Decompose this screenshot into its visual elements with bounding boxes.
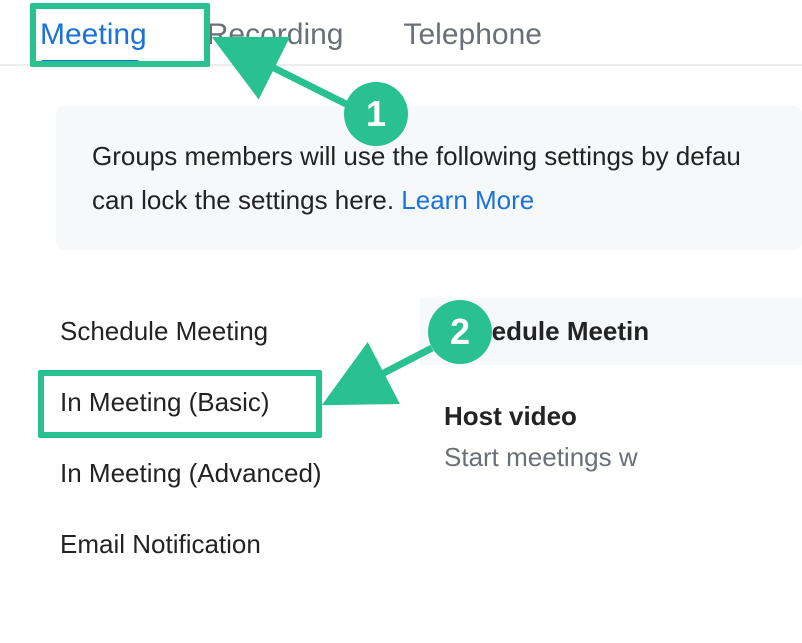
- banner-container: Groups members will use the following se…: [0, 66, 802, 250]
- banner-text-line1: Groups members will use the following se…: [92, 141, 741, 171]
- nav-email-notification[interactable]: Email Notification: [60, 509, 420, 580]
- tabs-bar: Meeting Recording Telephone: [0, 0, 802, 66]
- setting-host-video-title: Host video: [420, 365, 802, 436]
- info-banner: Groups members will use the following se…: [56, 106, 802, 250]
- nav-in-meeting-advanced[interactable]: In Meeting (Advanced): [60, 438, 420, 509]
- tab-telephone[interactable]: Telephone: [403, 18, 541, 64]
- main-area: Schedule Meeting In Meeting (Basic) In M…: [0, 250, 802, 580]
- tab-meeting[interactable]: Meeting: [40, 18, 147, 64]
- nav-schedule-meeting[interactable]: Schedule Meeting: [60, 296, 420, 367]
- banner-text-line2: can lock the settings here.: [92, 185, 401, 215]
- section-header-schedule-meeting: Schedule Meetin: [420, 298, 802, 365]
- learn-more-link[interactable]: Learn More: [401, 185, 534, 215]
- setting-host-video-desc: Start meetings w: [420, 436, 802, 473]
- nav-in-meeting-basic[interactable]: In Meeting (Basic): [60, 367, 420, 438]
- settings-content: Schedule Meetin Host video Start meeting…: [420, 296, 802, 580]
- settings-nav: Schedule Meeting In Meeting (Basic) In M…: [0, 296, 420, 580]
- tab-recording[interactable]: Recording: [207, 18, 344, 64]
